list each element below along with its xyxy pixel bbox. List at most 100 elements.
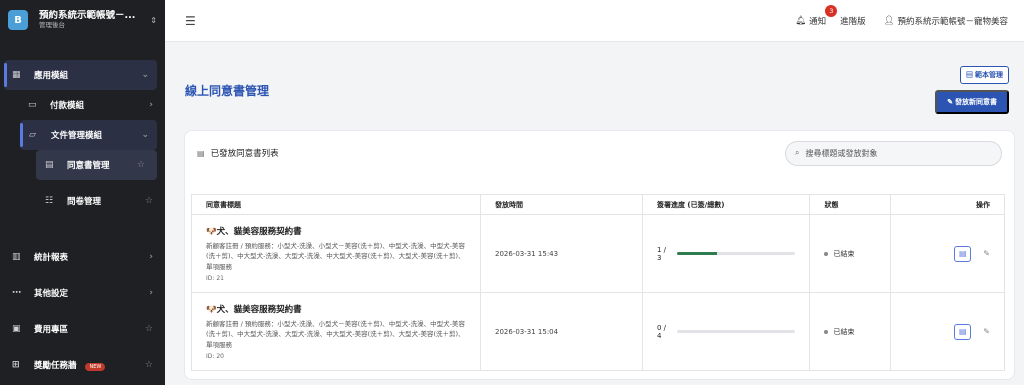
- progress: 1 / 3: [657, 245, 796, 262]
- progress-cell: 1 / 3: [641, 214, 811, 293]
- view-document-button[interactable]: ▤: [954, 245, 972, 262]
- consent-title: 🐶犬、貓美容服務契約書: [206, 305, 302, 316]
- sidebar-item-apps[interactable]: ▦ 應用模組 ⌄: [4, 60, 157, 90]
- topbar: ☰ 🔔︎ 通知 3 進階版 👤︎ 預約系統示範帳號－寵物美容: [165, 0, 1024, 42]
- chevron-right-icon: ›: [149, 252, 153, 262]
- sidebar-item-label: 應用模組: [34, 71, 69, 81]
- document-icon: ▤: [197, 148, 205, 158]
- sidebar-item-survey[interactable]: ☷ 問卷管理 ☆: [0, 186, 165, 216]
- status-cell: 已結束: [809, 292, 892, 371]
- status-cell: 已結束: [809, 214, 892, 293]
- brand-header[interactable]: B 預約系統示範帳號－... 管理後台 ⇕: [0, 0, 165, 40]
- star-icon[interactable]: ☆: [145, 196, 153, 206]
- user-icon: 👤︎: [883, 15, 895, 26]
- progress-cell: 0 / 4: [641, 292, 811, 371]
- consent-table: 同意書標題 發放時間 簽署進度 (已簽/總數) 狀態 操作 🐶犬、貓美容服務契約…: [191, 194, 1005, 371]
- terminal-icon: ▣: [12, 324, 21, 334]
- consent-description: 新顧客註冊 / 預約服務：小型犬-洗澡、小型犬－美容(洗＋剪)、中型犬-洗澡、中…: [206, 320, 465, 349]
- folder-icon: ▱: [29, 130, 36, 140]
- sidebar-item-reports[interactable]: ▥ 統計報表 ›: [0, 242, 165, 272]
- star-icon[interactable]: ☆: [145, 324, 153, 334]
- new-badge: NEW: [85, 363, 106, 371]
- status-dot: [824, 251, 829, 256]
- sidebar-item-document-module[interactable]: ▱ 文件管理模組 ⌄: [20, 120, 157, 150]
- chevron-right-icon: ›: [149, 288, 153, 298]
- consent-title: 🐶犬、貓美容服務契約書: [206, 227, 302, 238]
- chevron-right-icon: ›: [149, 100, 153, 110]
- star-icon[interactable]: ☆: [137, 160, 145, 170]
- column-header: 簽署進度 (已簽/總數): [641, 194, 811, 215]
- notification-count-badge: 3: [825, 4, 838, 17]
- column-header: 狀態: [809, 194, 892, 215]
- status-text: 已結束: [833, 327, 855, 336]
- column-header: 操作: [890, 194, 1005, 215]
- sidebar-item-settings[interactable]: ⋯ 其他設定 ›: [0, 278, 165, 308]
- search-placeholder: 搜尋標題或發放對象: [805, 148, 878, 158]
- chart-icon: ▥: [12, 252, 21, 262]
- column-header: 發放時間: [480, 194, 643, 215]
- sidebar: B 預約系統示範帳號－... 管理後台 ⇕ ▦ 應用模組 ⌄ ▭ 付款模組 › …: [0, 0, 165, 385]
- card-title: 已發放同意書列表: [210, 149, 279, 159]
- template-management-button[interactable]: ▤ 範本管理: [960, 66, 1009, 84]
- sidebar-item-billing[interactable]: ▣ 費用專區 ☆: [0, 314, 165, 344]
- user-menu[interactable]: 👤︎ 預約系統示範帳號－寵物美容: [884, 15, 1008, 27]
- edit-icon[interactable]: ✎: [983, 249, 990, 258]
- bell-icon: 🔔︎: [795, 15, 807, 26]
- card-header: ▤ 已發放同意書列表 ⌕ 搜尋標題或發放對象: [185, 131, 1014, 175]
- sidebar-item-label: 文件管理模組: [51, 131, 103, 141]
- template-button-label: 範本管理: [975, 72, 1003, 79]
- brand-logo: B: [8, 10, 28, 30]
- consent-list-card: ▤ 已發放同意書列表 ⌕ 搜尋標題或發放對象 同意書標題 發放時間 簽署進度 (…: [184, 130, 1015, 380]
- status-badge: 已結束: [824, 327, 876, 337]
- chevron-down-icon: ⌄: [141, 70, 149, 80]
- document-icon: ▤: [966, 72, 974, 79]
- menu-icon[interactable]: ☰: [185, 14, 196, 28]
- progress-text: 0 / 4: [657, 323, 667, 340]
- issue-button-label: 發放新同意書: [955, 99, 997, 106]
- edit-icon[interactable]: ✎: [983, 327, 990, 336]
- table-row: 🐶犬、貓美容服務契約書 新顧客註冊 / 預約服務：小型犬-洗澡、小型犬－美容(洗…: [191, 292, 1005, 371]
- actions-cell: ▤ ✎: [890, 292, 1005, 371]
- brand-subtitle: 管理後台: [39, 20, 65, 29]
- gift-icon: ⊞: [12, 360, 20, 370]
- status-dot: [824, 329, 829, 334]
- title-cell: 🐶犬、貓美容服務契約書 新顧客註冊 / 預約服務：小型犬-洗澡、小型犬－美容(洗…: [191, 292, 481, 371]
- sidebar-item-label: 獎勵任務牆 NEW: [34, 359, 145, 371]
- sidebar-item-consent[interactable]: ▤ 同意書管理 ☆: [36, 150, 157, 180]
- card-icon: ▭: [28, 100, 37, 110]
- title-cell: 🐶犬、貓美容服務契約書 新顧客註冊 / 預約服務：小型犬-洗澡、小型犬－美容(洗…: [191, 214, 481, 293]
- issued-time: 2026-03-31 15:04: [480, 292, 643, 371]
- view-document-button[interactable]: ▤: [954, 323, 972, 340]
- sidebar-item-label: 問卷管理: [67, 197, 102, 207]
- column-header: 同意書標題: [191, 194, 481, 215]
- document-icon: ▤: [45, 160, 54, 170]
- issue-consent-button[interactable]: ✎ 發放新同意書: [935, 90, 1009, 114]
- search-input[interactable]: ⌕ 搜尋標題或發放對象: [785, 140, 1002, 166]
- star-icon[interactable]: ☆: [145, 360, 153, 370]
- sidebar-item-label: 費用專區: [34, 325, 69, 335]
- user-name: 預約系統示範帳號－寵物美容: [897, 16, 1008, 27]
- plan-label[interactable]: 進階版: [840, 15, 866, 27]
- switch-account-icon[interactable]: ⇕: [150, 16, 157, 25]
- more-icon: ⋯: [12, 288, 21, 298]
- consent-id: ID: 21: [206, 274, 224, 282]
- sidebar-item-rewards[interactable]: ⊞ 獎勵任務牆 NEW ☆: [0, 350, 165, 380]
- status-badge: 已結束: [824, 249, 876, 259]
- consent-description: 新顧客註冊 / 預約服務：小型犬-洗澡、小型犬－美容(洗＋剪)、中型犬-洗澡、中…: [206, 242, 465, 271]
- topbar-actions: 🔔︎ 通知 3 進階版 👤︎ 預約系統示範帳號－寵物美容: [795, 4, 1008, 27]
- notification-label: 通知: [809, 16, 827, 27]
- sidebar-item-label: 統計報表: [34, 253, 69, 263]
- progress-fill: [677, 252, 717, 255]
- chevron-down-icon: ⌄: [141, 130, 149, 140]
- progress-text: 1 / 3: [657, 245, 667, 262]
- row-actions: ▤ ✎: [905, 245, 990, 262]
- sidebar-item-label-text: 獎勵任務牆: [34, 361, 77, 371]
- sidebar-item-payment[interactable]: ▭ 付款模組 ›: [0, 90, 165, 120]
- search-icon: ⌕: [795, 148, 800, 157]
- row-actions: ▤ ✎: [905, 323, 990, 340]
- progress: 0 / 4: [657, 323, 796, 340]
- table-row: 🐶犬、貓美容服務契約書 新顧客註冊 / 預約服務：小型犬-洗澡、小型犬－美容(洗…: [191, 214, 1005, 293]
- notification-button[interactable]: 🔔︎ 通知 3: [795, 4, 838, 27]
- brand-text: 預約系統示範帳號－... 管理後台: [39, 10, 150, 29]
- consent-id: ID: 20: [206, 352, 224, 360]
